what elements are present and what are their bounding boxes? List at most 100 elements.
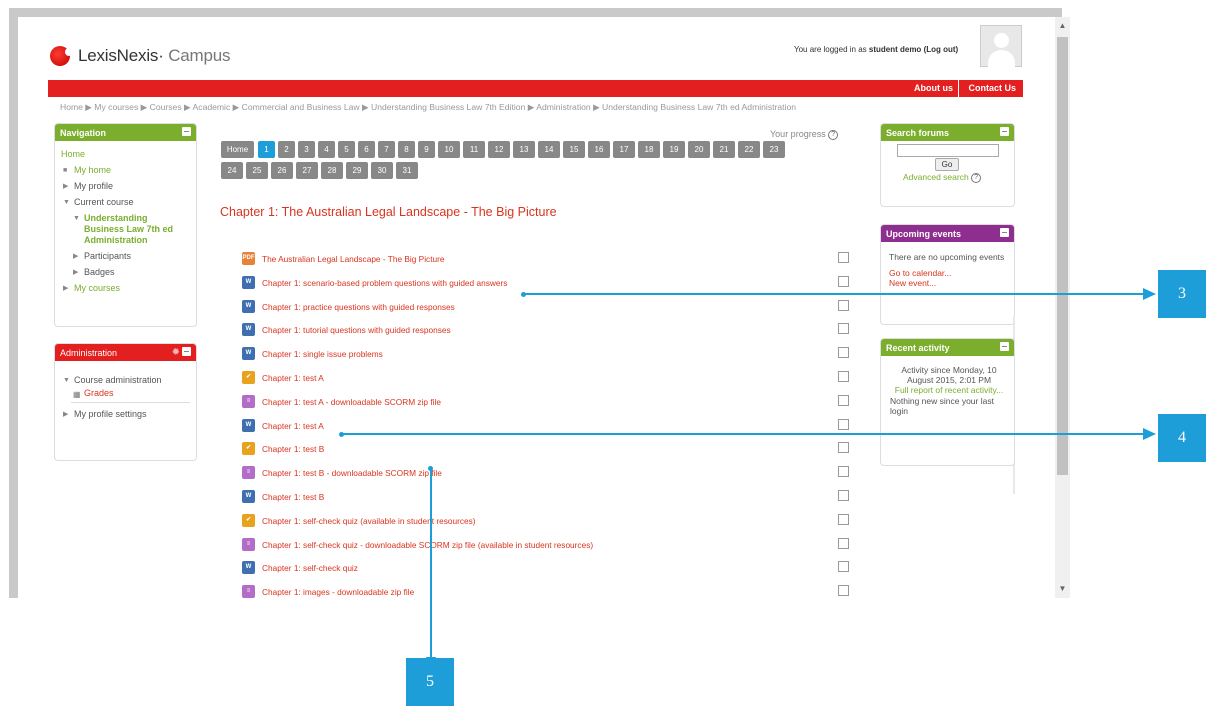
page-button-31[interactable]: 31 <box>396 162 418 179</box>
page-button-25[interactable]: 25 <box>246 162 268 179</box>
new-event-link[interactable]: New event... <box>889 278 1007 288</box>
page-button-17[interactable]: 17 <box>613 141 635 158</box>
user-name-link[interactable]: student demo <box>869 45 921 54</box>
scroll-down-arrow-icon[interactable]: ▼ <box>1055 582 1070 596</box>
activity-link[interactable]: Chapter 1: self-check quiz - downloadabl… <box>262 540 593 550</box>
activity-row[interactable]: W Chapter 1: scenario-based problem quest… <box>242 275 862 293</box>
page-button-9[interactable]: 9 <box>418 141 435 158</box>
activity-link[interactable]: Chapter 1: test A - downloadable SCORM z… <box>262 397 441 407</box>
about-us-link[interactable]: About us <box>914 83 953 93</box>
completion-checkbox[interactable] <box>838 394 849 406</box>
activity-link[interactable]: Chapter 1: self-check quiz (available in… <box>262 516 476 526</box>
page-button-23[interactable]: 23 <box>763 141 785 158</box>
page-button-5[interactable]: 5 <box>338 141 355 158</box>
activity-row[interactable]: W Chapter 1: practice questions with guid… <box>242 299 862 317</box>
activity-link[interactable]: Chapter 1: test B - downloadable SCORM z… <box>262 468 442 478</box>
activity-link[interactable]: Chapter 1: practice questions with guide… <box>262 302 455 312</box>
nav-grades[interactable]: ▦ Grades <box>71 388 190 399</box>
page-button-16[interactable]: 16 <box>588 141 610 158</box>
page-button-7[interactable]: 7 <box>378 141 395 158</box>
contact-us-link[interactable]: Contact Us <box>968 83 1016 93</box>
page-button-12[interactable]: 12 <box>488 141 510 158</box>
activity-row[interactable]: ≡ Chapter 1: test B - downloadable SCORM … <box>242 466 862 483</box>
activity-row[interactable]: W Chapter 1: test B <box>242 490 862 507</box>
nav-my-profile-settings[interactable]: ▶ My profile settings <box>61 409 190 420</box>
completion-checkbox[interactable] <box>838 323 849 335</box>
nav-home[interactable]: Home <box>61 149 190 160</box>
site-logo[interactable]: LexisNexis· Campus <box>50 43 230 69</box>
activity-link[interactable]: Chapter 1: images - downloadable zip fil… <box>262 587 414 597</box>
completion-checkbox[interactable] <box>838 561 849 573</box>
completion-checkbox[interactable] <box>838 347 849 359</box>
help-icon[interactable]: ? <box>971 172 982 183</box>
page-button-14[interactable]: 14 <box>538 141 560 158</box>
gear-icon[interactable]: ✹ <box>172 347 180 358</box>
activity-link[interactable]: Chapter 1: test B <box>262 444 324 454</box>
completion-checkbox[interactable] <box>838 275 849 287</box>
nav-my-courses[interactable]: ▶ My courses <box>61 283 190 294</box>
full-report-link[interactable]: Full report of recent activity... <box>890 385 1008 395</box>
nav-current-course[interactable]: ▼ Current course <box>61 197 190 208</box>
search-input[interactable] <box>897 144 999 157</box>
activity-row[interactable]: W Chapter 1: single issue problems <box>242 347 862 364</box>
minimize-icon[interactable] <box>182 127 191 136</box>
minimize-icon[interactable] <box>182 347 191 356</box>
activity-link[interactable]: Chapter 1: self-check quiz <box>262 563 358 573</box>
page-button-30[interactable]: 30 <box>371 162 393 179</box>
page-button-13[interactable]: 13 <box>513 141 535 158</box>
help-icon[interactable]: ? <box>828 129 839 140</box>
page-button-10[interactable]: 10 <box>438 141 460 158</box>
page-button-3[interactable]: 3 <box>298 141 315 158</box>
completion-checkbox[interactable] <box>838 442 849 454</box>
activity-link[interactable]: Chapter 1: tutorial questions with guide… <box>262 325 451 335</box>
nav-course-administration[interactable]: ▼ Course administration <box>61 375 190 386</box>
page-button-1[interactable]: 1 <box>258 141 275 158</box>
page-button-6[interactable]: 6 <box>358 141 375 158</box>
completion-checkbox[interactable] <box>838 371 849 382</box>
page-button-21[interactable]: 21 <box>713 141 735 158</box>
activity-link[interactable]: Chapter 1: test B <box>262 492 324 502</box>
activity-link[interactable]: Chapter 1: scenario-based problem questi… <box>262 278 507 288</box>
page-button-22[interactable]: 22 <box>738 141 760 158</box>
activity-link[interactable]: Chapter 1: single issue problems <box>262 349 383 359</box>
page-button-19[interactable]: 19 <box>663 141 685 158</box>
home-tab[interactable]: Home <box>221 141 254 158</box>
activity-row[interactable]: ≡ Chapter 1: images - downloadable zip fi… <box>242 585 862 598</box>
page-button-15[interactable]: 15 <box>563 141 585 158</box>
page-button-24[interactable]: 24 <box>221 162 243 179</box>
activity-row[interactable]: ✔ Chapter 1: self-check quiz (available i… <box>242 513 862 531</box>
minimize-icon[interactable] <box>1000 342 1009 351</box>
page-button-18[interactable]: 18 <box>638 141 660 158</box>
page-button-2[interactable]: 2 <box>278 141 295 158</box>
completion-checkbox[interactable] <box>838 585 849 597</box>
completion-checkbox[interactable] <box>838 252 849 263</box>
advanced-search[interactable]: Advanced search ? <box>903 172 982 183</box>
completion-checkbox[interactable] <box>838 490 849 501</box>
minimize-icon[interactable] <box>1000 228 1009 237</box>
page-button-27[interactable]: 27 <box>296 162 318 179</box>
activity-link[interactable]: Chapter 1: test A <box>262 421 324 431</box>
activity-link[interactable]: The Australian Legal Landscape - The Big… <box>262 254 445 264</box>
page-button-20[interactable]: 20 <box>688 141 710 158</box>
page-button-11[interactable]: 11 <box>463 141 485 158</box>
activity-row[interactable]: ≡ Chapter 1: test A - downloadable SCORM … <box>242 394 862 412</box>
scroll-up-arrow-icon[interactable]: ▲ <box>1055 19 1070 33</box>
completion-checkbox[interactable] <box>838 299 849 311</box>
activity-row[interactable]: ✔ Chapter 1: test B <box>242 442 862 459</box>
activity-row[interactable]: PDF The Australian Legal Landscape - The … <box>242 252 862 269</box>
activity-row[interactable]: W Chapter 1: self-check quiz <box>242 561 862 578</box>
avatar[interactable] <box>980 25 1022 67</box>
logout-link[interactable]: (Log out) <box>924 45 959 54</box>
scroll-thumb[interactable] <box>1057 37 1068 475</box>
page-button-26[interactable]: 26 <box>271 162 293 179</box>
minimize-icon[interactable] <box>1000 127 1009 136</box>
completion-checkbox[interactable] <box>838 513 849 525</box>
scrollbar[interactable]: ▲ ▼ <box>1055 17 1070 598</box>
nav-badges[interactable]: ▶ Badges <box>71 267 190 278</box>
completion-checkbox[interactable] <box>838 418 849 430</box>
page-button-28[interactable]: 28 <box>321 162 343 179</box>
activity-row[interactable]: W Chapter 1: tutorial questions with guid… <box>242 323 862 340</box>
nav-course-item[interactable]: ▼ Understanding Business Law 7th ed Admin… <box>71 213 190 246</box>
completion-checkbox[interactable] <box>838 466 849 478</box>
breadcrumb[interactable]: Home ▶ My courses ▶ Courses ▶ Academic ▶… <box>60 102 796 113</box>
